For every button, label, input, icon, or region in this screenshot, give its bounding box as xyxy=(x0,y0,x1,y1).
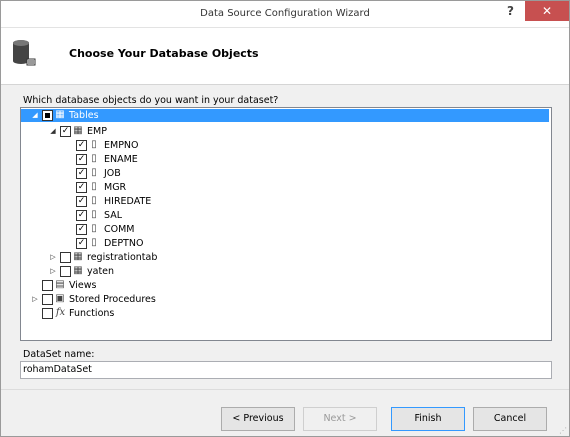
column-checkbox[interactable]: ✓ xyxy=(76,238,87,249)
column-icon: ▯ xyxy=(91,209,97,220)
column-icon: ▯ xyxy=(91,237,97,248)
close-button[interactable]: ✕ xyxy=(525,1,569,21)
tree-node-label: DEPTNO xyxy=(104,238,144,249)
tree-node-label: HIREDATE xyxy=(104,196,152,207)
column-icon: ▯ xyxy=(91,181,97,192)
tree-node-label: SAL xyxy=(104,210,122,221)
column-checkbox[interactable]: ✓ xyxy=(76,224,87,235)
tree-node-stored-procedures[interactable]: ▷ ▣ Stored Procedures xyxy=(21,293,549,306)
views-icon: ▤ xyxy=(55,279,65,290)
tree-node-label: MGR xyxy=(104,182,127,193)
tables-folder-icon: ▦ xyxy=(55,109,65,120)
database-icon xyxy=(13,40,36,66)
resize-grip-icon[interactable]: ⋰ xyxy=(559,426,567,435)
column-checkbox[interactable]: ✓ xyxy=(76,168,87,179)
tree-node-registrationtab[interactable]: ▷ ▦ registrationtab xyxy=(21,251,549,264)
finish-button[interactable]: Finish xyxy=(391,407,465,431)
tree-node-column[interactable]: ✓ ▯ JOB xyxy=(21,167,549,180)
tree-node-label: ENAME xyxy=(104,154,138,165)
table-icon: ▦ xyxy=(73,125,83,136)
objects-prompt: Which database objects do you want in yo… xyxy=(23,95,279,106)
tree-node-yaten[interactable]: ▷ ▦ yaten xyxy=(21,265,549,278)
column-icon: ▯ xyxy=(91,167,97,178)
expand-arrow-icon[interactable]: ▷ xyxy=(49,252,57,262)
column-icon: ▯ xyxy=(91,223,97,234)
table-icon: ▦ xyxy=(73,251,83,262)
column-checkbox[interactable]: ✓ xyxy=(76,154,87,165)
tree-node-functions[interactable]: fx Functions xyxy=(21,307,549,320)
stored-procedure-icon: ▣ xyxy=(55,293,65,304)
tree-node-label: EMP xyxy=(87,126,107,137)
tree-node-column[interactable]: ✓ ▯ EMPNO xyxy=(21,139,549,152)
views-checkbox[interactable] xyxy=(42,280,53,291)
selection-highlight xyxy=(21,109,549,122)
column-checkbox[interactable]: ✓ xyxy=(76,182,87,193)
wizard-header: Choose Your Database Objects xyxy=(1,28,569,85)
page-title: Choose Your Database Objects xyxy=(69,47,259,60)
collapse-arrow-icon[interactable]: ◢ xyxy=(49,126,57,136)
previous-button[interactable]: < Previous xyxy=(221,407,295,431)
dataset-name-label: DataSet name: xyxy=(23,349,95,360)
column-checkbox[interactable]: ✓ xyxy=(76,196,87,207)
tree-node-label: Stored Procedures xyxy=(69,294,156,305)
window-title: Data Source Configuration Wizard xyxy=(200,8,370,19)
next-button[interactable]: Next > xyxy=(303,407,377,431)
functions-checkbox[interactable] xyxy=(42,308,53,319)
tree-node-label: Functions xyxy=(69,308,115,319)
tree-node-column[interactable]: ✓ ▯ SAL xyxy=(21,209,549,222)
tables-checkbox[interactable] xyxy=(42,110,53,121)
column-icon: ▯ xyxy=(91,153,97,164)
yaten-checkbox[interactable] xyxy=(60,266,71,277)
function-icon: fx xyxy=(55,307,66,318)
tree-node-views[interactable]: ▤ Views xyxy=(21,279,549,292)
tree-node-column[interactable]: ✓ ▯ HIREDATE xyxy=(21,195,549,208)
tree-node-column[interactable]: ✓ ▯ ENAME xyxy=(21,153,549,166)
tree-node-tables[interactable]: ◢ ▦ Tables xyxy=(21,108,549,122)
footer-divider xyxy=(1,389,569,390)
tree-node-emp[interactable]: ◢ ✓ ▦ EMP xyxy=(21,125,549,138)
tree-node-label: JOB xyxy=(104,168,121,179)
tree-node-column[interactable]: ✓ ▯ DEPTNO xyxy=(21,237,549,250)
objects-tree[interactable]: ◢ ▦ Tables ◢ ✓ ▦ EMP ✓ ▯ EMPNO ✓ ▯ ENAME… xyxy=(20,107,552,341)
tree-node-label: yaten xyxy=(87,266,115,277)
tree-node-label: registrationtab xyxy=(87,252,158,263)
expand-arrow-icon[interactable]: ▷ xyxy=(31,294,39,304)
tree-node-label: EMPNO xyxy=(104,140,139,151)
tree-node-label: Tables xyxy=(69,110,99,121)
column-checkbox[interactable]: ✓ xyxy=(76,140,87,151)
stored-procedures-checkbox[interactable] xyxy=(42,294,53,305)
column-icon: ▯ xyxy=(91,139,97,150)
registrationtab-checkbox[interactable] xyxy=(60,252,71,263)
column-icon: ▯ xyxy=(91,195,97,206)
wizard-window: Data Source Configuration Wizard ? ✕ Cho… xyxy=(0,0,570,437)
collapse-arrow-icon[interactable]: ◢ xyxy=(31,110,39,120)
emp-checkbox[interactable]: ✓ xyxy=(60,126,71,137)
tree-node-column[interactable]: ✓ ▯ MGR xyxy=(21,181,549,194)
help-icon[interactable]: ? xyxy=(507,4,514,18)
expand-arrow-icon[interactable]: ▷ xyxy=(49,266,57,276)
table-icon: ▦ xyxy=(73,265,83,276)
column-checkbox[interactable]: ✓ xyxy=(76,210,87,221)
tree-node-column[interactable]: ✓ ▯ COMM xyxy=(21,223,549,236)
tree-node-label: Views xyxy=(69,280,97,291)
dataset-name-input[interactable]: rohamDataSet xyxy=(20,361,552,379)
cancel-button[interactable]: Cancel xyxy=(473,407,547,431)
title-bar: Data Source Configuration Wizard ? ✕ xyxy=(1,1,569,28)
tree-node-label: COMM xyxy=(104,224,135,235)
